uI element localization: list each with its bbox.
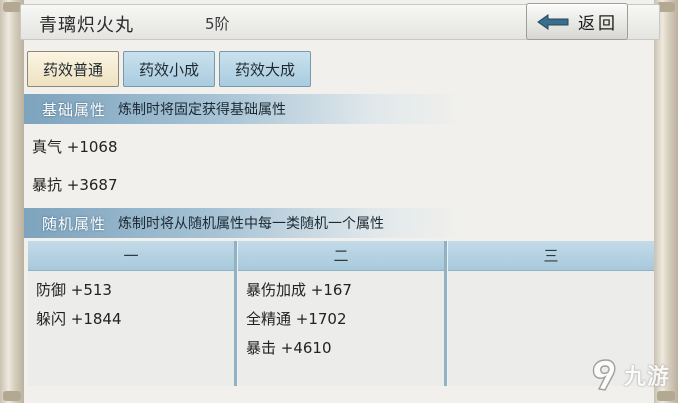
section-title: 随机属性	[42, 214, 107, 233]
attribute-list: 防御 +513 躲闪 +1844	[28, 271, 234, 337]
list-item: 暴击 +4610	[246, 339, 332, 357]
random-column-1: 一 防御 +513 躲闪 +1844	[28, 241, 234, 386]
list-item: 暴伤加成 +167	[246, 281, 352, 299]
back-button-label: 返回	[578, 14, 618, 34]
tab-label: 药效小成	[138, 60, 199, 79]
tab-label: 药效大成	[234, 60, 295, 79]
column-header: 二	[238, 241, 444, 271]
random-column-2: 二 暴伤加成 +167 全精通 +1702 暴击 +4610	[238, 241, 444, 386]
back-button[interactable]: 返回	[526, 3, 628, 40]
item-title: 青璃炽火丸	[39, 15, 134, 36]
tab-label: 药效普通	[42, 60, 103, 79]
column-header: 三	[448, 241, 654, 271]
scroll-cap	[3, 2, 21, 12]
random-attributes-header: 随机属性 炼制时将从随机属性中每一类随机一个属性	[24, 208, 464, 238]
attribute-list	[448, 271, 654, 279]
tab-minor-potency[interactable]: 药效小成	[123, 51, 215, 87]
nine-game-logo-icon	[592, 359, 616, 391]
scroll-roll-right	[654, 0, 678, 403]
section-description: 炼制时将固定获得基础属性	[118, 102, 287, 118]
scroll-cap	[3, 391, 21, 401]
watermark: 九游	[588, 357, 670, 393]
tab-normal-potency[interactable]: 药效普通	[27, 51, 119, 87]
column-divider	[234, 241, 237, 386]
list-item: 防御 +513	[36, 281, 112, 299]
random-attributes-table: 一 防御 +513 躲闪 +1844 二 暴伤加成 +167 全精通 +1702…	[28, 241, 656, 386]
column-divider	[444, 241, 447, 386]
base-attributes-header: 基础属性 炼制时将固定获得基础属性	[24, 94, 464, 124]
list-item: 全精通 +1702	[246, 310, 347, 328]
attribute-list: 暴伤加成 +167 全精通 +1702 暴击 +4610	[238, 271, 444, 366]
section-description: 炼制时将从随机属性中每一类随机一个属性	[118, 216, 385, 232]
tab-major-potency[interactable]: 药效大成	[219, 51, 311, 87]
section-title: 基础属性	[42, 100, 107, 119]
scroll-frame: 青璃炽火丸 5阶 返回 药效普通 药效小成 药效大成 基础属性 炼制时将固定获得…	[0, 0, 678, 403]
watermark-text: 九游	[623, 365, 670, 390]
scroll-roll-left	[0, 0, 24, 403]
column-header: 一	[28, 241, 234, 271]
base-attribute: 真气 +1068	[32, 138, 118, 156]
list-item: 躲闪 +1844	[36, 310, 122, 328]
back-arrow-icon	[537, 13, 569, 30]
base-attribute: 暴抗 +3687	[32, 176, 118, 194]
item-rank: 5阶	[205, 15, 230, 33]
